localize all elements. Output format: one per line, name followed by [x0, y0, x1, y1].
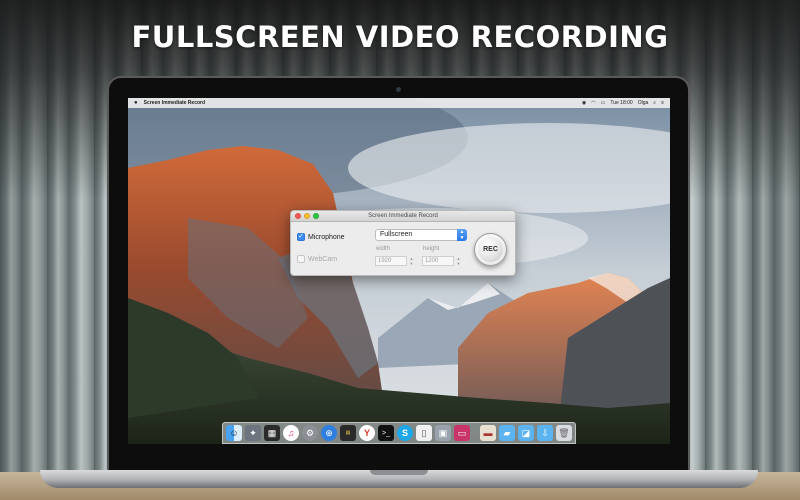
- window-body: ✓ Microphone WebCam Fullscreen ▲ ▼ width …: [291, 222, 515, 275]
- record-status-icon[interactable]: ◉: [582, 100, 586, 106]
- mission-control-icon[interactable]: ▦: [264, 425, 280, 441]
- menubar-status-area: ◉ ◠ ▭ Tue 18:00 Olga ⌕ ≡: [582, 100, 664, 106]
- photo-booth-icon[interactable]: ▭: [454, 425, 470, 441]
- webcam-label: WebCam: [308, 255, 338, 263]
- battery-icon[interactable]: ▭: [601, 100, 606, 106]
- window-titlebar[interactable]: Screen Immediate Record: [291, 211, 515, 222]
- trash-icon[interactable]: 🗑: [556, 425, 572, 441]
- notification-center-icon[interactable]: ≡: [661, 100, 664, 106]
- webcam-option[interactable]: WebCam: [297, 255, 337, 263]
- menubar-app-name[interactable]: Screen Immediate Record: [144, 100, 205, 106]
- menubar-user[interactable]: Olga: [638, 100, 649, 106]
- menubar: ● Screen Immediate Record ◉ ◠ ▭ Tue 18:0…: [128, 98, 670, 108]
- safari-icon[interactable]: ⊕: [321, 425, 337, 441]
- traffic-lights: [295, 213, 319, 219]
- app-window: Screen Immediate Record ✓ Microphone Web…: [290, 210, 516, 276]
- headline: FULLSCREEN VIDEO RECORDING: [131, 20, 669, 54]
- downloads-icon[interactable]: ⇩: [537, 425, 553, 441]
- mode-select-value: Fullscreen: [380, 231, 413, 238]
- width-label: width: [376, 246, 391, 252]
- camera-icon: [396, 87, 401, 92]
- skype-icon[interactable]: S: [397, 425, 413, 441]
- window-title: Screen Immediate Record: [368, 213, 438, 219]
- laptop-notch: [370, 470, 428, 475]
- wifi-icon[interactable]: ◠: [591, 100, 595, 106]
- webcam-checkbox[interactable]: [297, 255, 305, 263]
- screen: ● Screen Immediate Record ◉ ◠ ▭ Tue 18:0…: [128, 98, 670, 444]
- laptop-base: [40, 470, 758, 488]
- microphone-option[interactable]: ✓ Microphone: [297, 233, 345, 241]
- microphone-label: Microphone: [308, 233, 345, 241]
- terminal-logger-icon[interactable]: ▤: [340, 425, 356, 441]
- microphone-checkbox[interactable]: ✓: [297, 233, 305, 241]
- finder-icon[interactable]: ☺: [226, 425, 242, 441]
- stepper-down-icon[interactable]: ▼: [410, 261, 414, 266]
- apple-icon[interactable]: ●: [134, 100, 138, 106]
- chevron-updown-icon[interactable]: ▲ ▼: [457, 229, 467, 241]
- dock: ☺ ✦ ▦ ♫ ⚙ ⊕ ▤ Y >_ S ▯ ▣ ▭ ▬ ▰ ◪ ⇩ 🗑: [222, 422, 576, 444]
- launchpad-icon[interactable]: ✦: [245, 425, 261, 441]
- height-label: height: [423, 246, 440, 252]
- folder-icon[interactable]: ◪: [518, 425, 534, 441]
- itunes-icon[interactable]: ♫: [283, 425, 299, 441]
- width-stepper[interactable]: ▲ ▼: [409, 256, 414, 266]
- width-field[interactable]: 1920: [375, 256, 407, 266]
- minimize-button[interactable]: [304, 213, 310, 219]
- yandex-browser-icon[interactable]: Y: [359, 425, 375, 441]
- rec-button[interactable]: REC: [474, 233, 507, 266]
- mode-select[interactable]: Fullscreen ▲ ▼: [375, 229, 467, 241]
- height-field[interactable]: 1200: [422, 256, 454, 266]
- preview-icon[interactable]: ▯: [416, 425, 432, 441]
- height-stepper[interactable]: ▲ ▼: [456, 256, 461, 266]
- terminal-icon[interactable]: >_: [378, 425, 394, 441]
- system-preferences-icon[interactable]: ⚙: [302, 425, 318, 441]
- screen-record-icon[interactable]: ▣: [435, 425, 451, 441]
- stepper-down-icon[interactable]: ▼: [457, 261, 461, 266]
- folder-icon[interactable]: ▰: [499, 425, 515, 441]
- menubar-time[interactable]: Tue 18:00: [610, 100, 632, 106]
- close-button[interactable]: [295, 213, 301, 219]
- document-icon[interactable]: ▬: [480, 425, 496, 441]
- maximize-button[interactable]: [313, 213, 319, 219]
- spotlight-icon[interactable]: ⌕: [653, 100, 656, 106]
